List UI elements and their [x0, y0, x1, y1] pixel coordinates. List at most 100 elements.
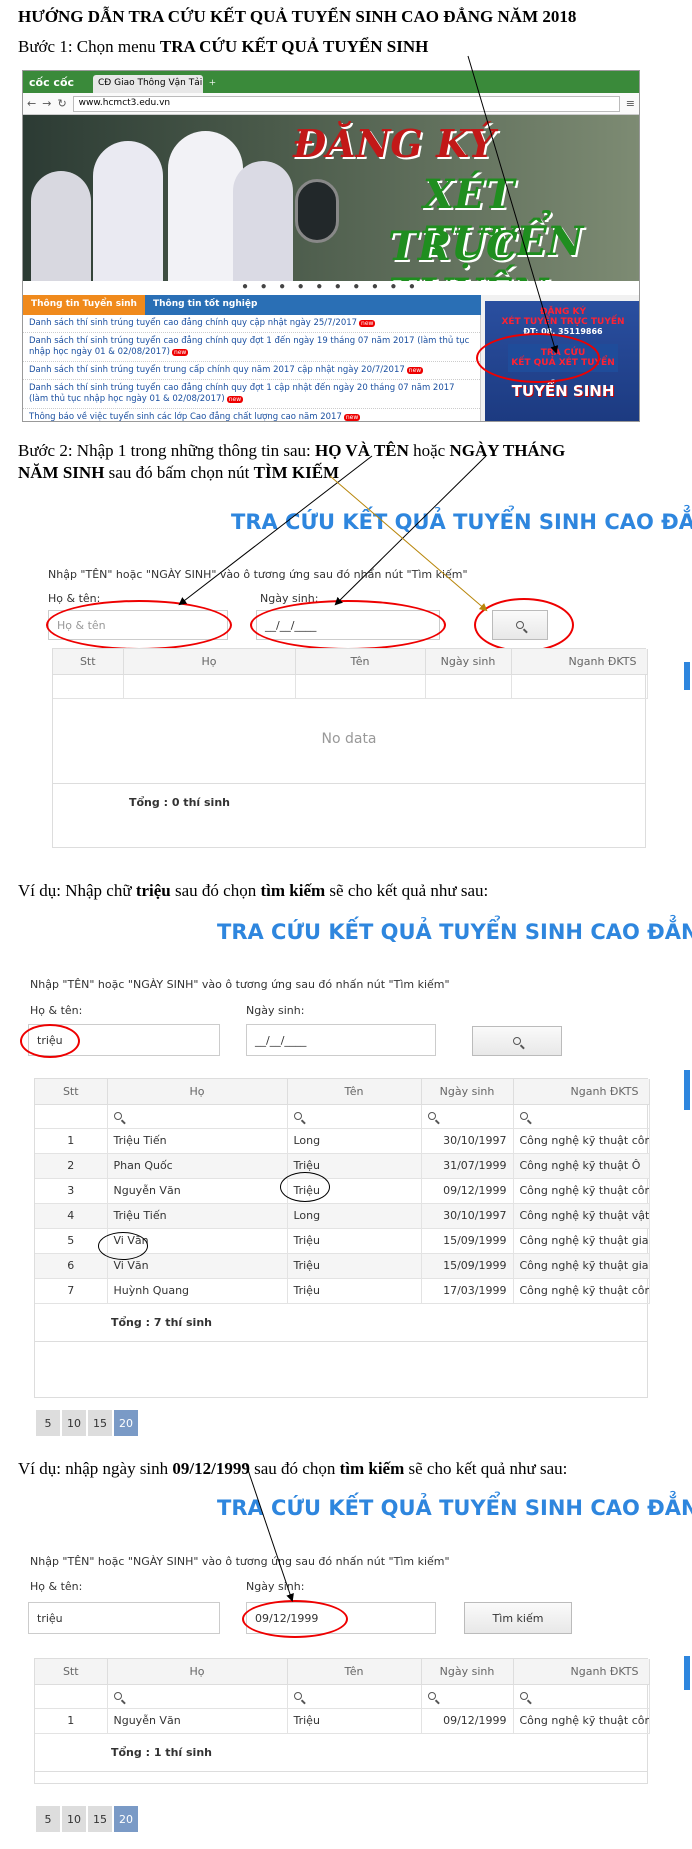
filter-cell[interactable]	[287, 1684, 422, 1709]
tab-admission-info[interactable]: Thông tin Tuyển sinh	[23, 295, 145, 315]
table-row[interactable]: 1 Nguyễn Văn Triệu 09/12/1999 Công nghệ kỹ t…	[35, 1708, 650, 1734]
table-row[interactable]: 2 Phan Quốc Triệu 31/07/1999 Công nghệ kỹ th…	[35, 1153, 650, 1179]
cell-major: Công nghệ kỹ thuật côn	[513, 1128, 650, 1154]
col-ho[interactable]: Họ	[107, 1659, 288, 1685]
highlight-ellipse-name	[46, 600, 232, 650]
filter-cell[interactable]	[513, 1104, 650, 1129]
dob-label-2: Ngày sinh:	[246, 1004, 305, 1017]
search-button-3[interactable]: Tìm kiếm	[464, 1602, 572, 1634]
page-size-10[interactable]: 10	[62, 1806, 86, 1832]
back-icon[interactable]: ←	[27, 97, 36, 110]
results-table-3: Stt Họ Tên Ngày sinh Nganh ĐKTS 1 Nguyễn …	[35, 1659, 650, 1734]
banner-line-3: TRỰC TUYẾN	[388, 223, 548, 281]
filter-cell[interactable]	[107, 1104, 288, 1129]
cell-major: Công nghệ kỹ thuật giao	[513, 1228, 650, 1254]
cell-stt: 3	[35, 1178, 108, 1204]
filter-cell[interactable]	[421, 1684, 514, 1709]
banner-person-2	[93, 141, 163, 281]
cell-ho: Triệu Tiến	[107, 1128, 288, 1154]
search-title-3: TRA CỨU KẾT QUẢ TUYỂN SINH CAO ĐẲNG	[217, 1496, 692, 1520]
forward-icon[interactable]: →	[42, 97, 51, 110]
side-register-title: ĐĂNG KÝ	[539, 307, 587, 317]
page-size-20[interactable]: 20	[114, 1806, 138, 1832]
cell-ho: Nguyễn Văn	[107, 1708, 288, 1734]
filter-cell[interactable]	[513, 1684, 650, 1709]
name-input-3[interactable]: triệu	[28, 1602, 220, 1634]
search-icon	[519, 1111, 528, 1120]
col-ten[interactable]: Tên	[287, 1079, 422, 1105]
filter-cell[interactable]	[53, 674, 124, 699]
news-item[interactable]: Thông báo về việc tuyển sinh các lớp Cao…	[23, 409, 480, 421]
tab-graduation-info[interactable]: Thông tin tốt nghiệp	[145, 295, 265, 315]
filter-cell[interactable]	[35, 1684, 108, 1709]
filter-cell[interactable]	[287, 1104, 422, 1129]
address-bar[interactable]: www.hcmct3.edu.vn	[72, 95, 620, 112]
col-stt[interactable]: Stt	[35, 1079, 108, 1105]
col-major[interactable]: Nganh ĐKTS	[511, 649, 648, 675]
page-size-5[interactable]: 5	[36, 1410, 60, 1436]
filter-cell[interactable]	[511, 674, 648, 699]
col-stt[interactable]: Stt	[35, 1659, 108, 1685]
browser-logo: cốc cốc	[29, 75, 75, 89]
side-admission: TUYỂN SINH	[511, 382, 615, 400]
news-item[interactable]: Danh sách thí sinh trúng tuyển cao đẳng …	[23, 315, 480, 333]
instruction-1: Nhập "TÊN" hoặc "NGÀY SINH" vào ô tương …	[48, 568, 468, 581]
col-stt[interactable]: Stt	[53, 649, 124, 675]
slider-dots[interactable]: ● ● ● ● ● ● ● ● ● ●	[23, 281, 639, 295]
col-dob[interactable]: Ngày sinh	[425, 649, 512, 675]
news-item[interactable]: Danh sách thí sinh trúng tuyển trung cấp…	[23, 362, 480, 380]
highlight-ellipse-dob	[250, 600, 446, 650]
filter-cell[interactable]	[425, 674, 512, 699]
example1-suffix: sẽ cho kết quả như sau:	[325, 881, 489, 900]
table-row[interactable]: 4 Triệu Tiến Long 30/10/1997 Công nghệ kỹ th…	[35, 1203, 650, 1229]
col-major[interactable]: Nganh ĐKTS	[513, 1659, 650, 1685]
col-major[interactable]: Nganh ĐKTS	[513, 1079, 650, 1105]
table-row[interactable]: 7 Huỳnh Quang Triệu 17/03/1999 Công nghệ kỹ …	[35, 1278, 650, 1304]
table-body-2: 1 Nguyễn Văn Triệu 09/12/1999 Công nghệ kỹ t…	[35, 1708, 650, 1734]
cell-dob: 09/12/1999	[421, 1708, 514, 1734]
cell-ho: Phan Quốc	[107, 1153, 288, 1179]
col-ho[interactable]: Họ	[123, 649, 296, 675]
reload-icon[interactable]: ↻	[57, 97, 66, 110]
scroll-edge-1	[684, 662, 690, 690]
filter-cell[interactable]	[107, 1684, 288, 1709]
col-dob[interactable]: Ngày sinh	[421, 1659, 514, 1685]
page-size-15[interactable]: 15	[88, 1410, 112, 1436]
cell-stt: 6	[35, 1253, 108, 1279]
example1-bold: triệu	[135, 881, 171, 900]
col-dob[interactable]: Ngày sinh	[421, 1079, 514, 1105]
total-count-1: Tổng : 0 thí sinh	[129, 795, 230, 809]
search-button-2[interactable]	[472, 1026, 562, 1056]
cell-dob: 30/10/1997	[421, 1128, 514, 1154]
browser-tab[interactable]: CĐ Giao Thông Vận Tải 3	[93, 75, 203, 93]
news-item[interactable]: Danh sách thí sinh trúng tuyển cao đẳng …	[23, 380, 480, 409]
table-row[interactable]: 3 Nguyễn Văn Triệu 09/12/1999 Công nghệ kỹ t…	[35, 1178, 650, 1204]
page-size-20[interactable]: 20	[114, 1410, 138, 1436]
search-icon	[113, 1691, 122, 1700]
cell-ten: Long	[287, 1128, 422, 1154]
news-item[interactable]: Danh sách thí sinh trúng tuyển cao đẳng …	[23, 333, 480, 362]
page-size-15[interactable]: 15	[88, 1806, 112, 1832]
cell-ten: Triệu	[287, 1228, 422, 1254]
cell-stt: 2	[35, 1153, 108, 1179]
news-item-text: Danh sách thí sinh trúng tuyển cao đẳng …	[29, 318, 358, 328]
table-row[interactable]: 1 Triệu Tiến Long 30/10/1997 Công nghệ kỹ th…	[35, 1128, 650, 1154]
filter-cell[interactable]	[421, 1104, 514, 1129]
filter-cell[interactable]	[295, 674, 426, 699]
new-tab-icon[interactable]: +	[203, 75, 222, 90]
filter-cell[interactable]	[123, 674, 296, 699]
step1-prefix: Bước 1: Chọn menu	[18, 37, 160, 56]
new-badge: new	[359, 320, 376, 327]
page-size-10[interactable]: 10	[62, 1410, 86, 1436]
cell-dob: 09/12/1999	[421, 1178, 514, 1204]
cell-dob: 30/10/1997	[421, 1203, 514, 1229]
document-heading: HƯỚNG DẪN TRA CỨU KẾT QUẢ TUYỂN SINH CAO…	[18, 7, 577, 26]
col-ten[interactable]: Tên	[295, 649, 426, 675]
col-ten[interactable]: Tên	[287, 1659, 422, 1685]
page-size-5[interactable]: 5	[36, 1806, 60, 1832]
menu-icon[interactable]: ≡	[626, 97, 635, 110]
filter-cell[interactable]	[35, 1104, 108, 1129]
col-ho[interactable]: Họ	[107, 1079, 288, 1105]
dob-input-2[interactable]: __/__/____	[246, 1024, 436, 1056]
example2-suffix: sẽ cho kết quả như sau:	[404, 1459, 568, 1478]
